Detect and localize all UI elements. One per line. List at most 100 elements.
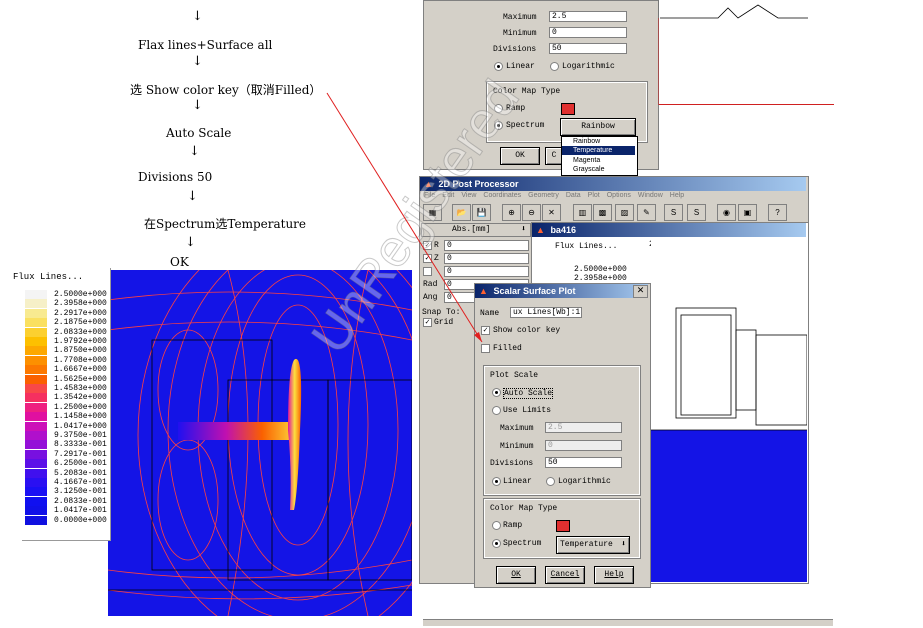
linear-radio[interactable] — [492, 477, 501, 486]
child-titlebar[interactable]: ▲ ba416 — [532, 223, 806, 237]
coord-field[interactable]: 0 — [444, 240, 529, 251]
menu-item[interactable]: Window — [638, 192, 663, 199]
scalar-min-field[interactable]: 0 — [545, 440, 622, 451]
menu-item[interactable]: Data — [566, 192, 581, 199]
legend-row: 1.3542e+000 — [22, 393, 110, 403]
legend-row: 1.6667e+000 — [22, 365, 110, 375]
top-min-field[interactable]: 0 — [549, 27, 627, 38]
zoom-out-icon[interactable]: ⊖ — [522, 204, 541, 221]
coords-header-label: Abs.[mm] — [452, 225, 491, 234]
legend-swatch — [25, 355, 47, 365]
legend-swatch — [25, 496, 47, 506]
top-log-radio[interactable] — [550, 62, 559, 71]
mesh-icon[interactable]: ▨ — [615, 204, 634, 221]
scalar-ok-button[interactable]: OK — [496, 566, 536, 584]
scalar-titlebar[interactable]: ▲ Scalar Surface Plot — [475, 284, 648, 298]
legend-swatch — [25, 506, 47, 516]
pen-icon[interactable]: ✎ — [637, 204, 656, 221]
menu-item[interactable]: Options — [607, 192, 631, 199]
top-linear-radio[interactable] — [494, 62, 503, 71]
auto-scale-radio[interactable] — [492, 388, 501, 397]
legend-swatch — [25, 412, 47, 422]
menu-item[interactable]: Plot — [588, 192, 600, 199]
menu-item[interactable]: Coordinates — [483, 192, 521, 199]
logarithmic-radio[interactable] — [546, 477, 555, 486]
coord-label: Z — [434, 254, 439, 263]
flow-step-4: Divisions 50 — [138, 170, 213, 184]
ramp-label: Ramp — [503, 521, 523, 530]
menu-item[interactable]: Geometry — [528, 192, 559, 199]
scalar-name-field[interactable]: ux Lines[Wb]:1 — [510, 307, 582, 318]
legend-row: 2.5000e+000 — [22, 290, 110, 299]
sel-icon[interactable]: S — [664, 204, 683, 221]
color-icon[interactable]: ▩ — [593, 204, 612, 221]
scalar-help-button[interactable]: Help — [594, 566, 634, 584]
color-map-label: Color Map Type — [490, 504, 558, 513]
top-div-label: Divisions — [493, 45, 537, 54]
top-ok-button[interactable]: OK — [500, 147, 540, 165]
save-icon[interactable]: 💾 — [472, 204, 491, 221]
zoom-in-icon[interactable]: ⊕ — [502, 204, 521, 221]
logarithmic-label: Logarithmic — [558, 477, 611, 486]
filled-checkbox[interactable] — [481, 344, 490, 353]
chart-icon[interactable]: ▥ — [573, 204, 592, 221]
flow-arrow-0: ↓ — [192, 9, 203, 24]
legend-swatch — [25, 440, 47, 450]
top-max-field[interactable]: 2.5 — [549, 11, 627, 22]
scalar-min-label: Minimum — [500, 442, 534, 451]
scalar-div-field[interactable]: 50 — [545, 457, 622, 468]
ramp-radio[interactable] — [492, 521, 501, 530]
legend-value: 9.3750e-001 — [54, 431, 107, 440]
zoom-reset-icon[interactable]: ✕ — [542, 204, 561, 221]
close-icon[interactable]: ✕ — [633, 285, 648, 298]
menu-item[interactable]: Help — [670, 192, 684, 199]
scalar-name-label: Name — [480, 309, 500, 318]
flow-step-1: Flax lines+Surface all — [138, 38, 273, 52]
legend-swatch — [25, 299, 47, 309]
top-spectrum-select[interactable]: Rainbow — [560, 118, 636, 136]
chevron-down-icon: ⬇ — [521, 225, 526, 234]
dropdown-option[interactable]: Rainbow — [562, 137, 635, 146]
ramp-swatch-icon[interactable] — [556, 520, 570, 532]
spectrum-select-value: Temperature — [560, 540, 613, 549]
spectrum-radio[interactable] — [492, 539, 501, 548]
view-icon[interactable]: ▣ — [738, 204, 757, 221]
legend-value: 0.0000e+000 — [54, 515, 107, 525]
dropdown-option[interactable]: Magenta — [562, 156, 635, 165]
legend-value: 1.4583e+000 — [54, 384, 107, 393]
child-legend-title: Flux Lines... — [555, 242, 618, 251]
legend-row: 6.2500e-001 — [22, 459, 110, 469]
scalar-cancel-button[interactable]: Cancel — [545, 566, 585, 584]
legend-row: 2.1875e+000 — [22, 318, 110, 328]
help-icon[interactable]: ? — [768, 204, 787, 221]
legend-value: 1.0417e+000 — [54, 421, 107, 431]
coord-field[interactable]: 0 — [444, 266, 529, 277]
spectrum-select[interactable]: Temperature ⬇ — [556, 536, 630, 554]
eye-icon[interactable]: ◉ — [717, 204, 736, 221]
top-plot-lines — [658, 4, 808, 104]
legend-row: 1.0417e-001 — [22, 506, 110, 516]
spectrum-label: Spectrum — [503, 539, 542, 548]
legend-value: 6.2500e-001 — [54, 459, 107, 469]
top-div-field[interactable]: 50 — [549, 43, 627, 54]
scalar-max-field[interactable]: 2.5 — [545, 422, 622, 433]
grid-checkbox[interactable]: ✓ — [423, 318, 432, 327]
legend-value: 1.8750e+000 — [54, 346, 107, 356]
hot-plate — [288, 358, 302, 510]
coord-checkbox[interactable] — [423, 267, 432, 276]
legend-row: 1.2500e+000 — [22, 402, 110, 412]
legend-swatch — [25, 431, 47, 440]
coord-field[interactable]: 0 — [444, 253, 529, 264]
show-color-key-checkbox[interactable]: ✓ — [481, 326, 490, 335]
desel-icon[interactable]: S — [687, 204, 706, 221]
legend-swatch — [25, 468, 47, 478]
scalar-div-label: Divisions — [490, 459, 534, 468]
child-plot — [651, 240, 808, 582]
dropdown-option[interactable]: Grayscale — [562, 165, 635, 174]
child-value-1: 2.5000e+000 — [574, 265, 627, 274]
use-limits-radio[interactable] — [492, 406, 501, 415]
legend-row: 1.7708e+000 — [22, 355, 110, 365]
legend-swatch — [25, 402, 47, 412]
top-ramp-swatch-icon[interactable] — [561, 103, 575, 115]
dropdown-option[interactable]: Temperature — [562, 146, 635, 156]
